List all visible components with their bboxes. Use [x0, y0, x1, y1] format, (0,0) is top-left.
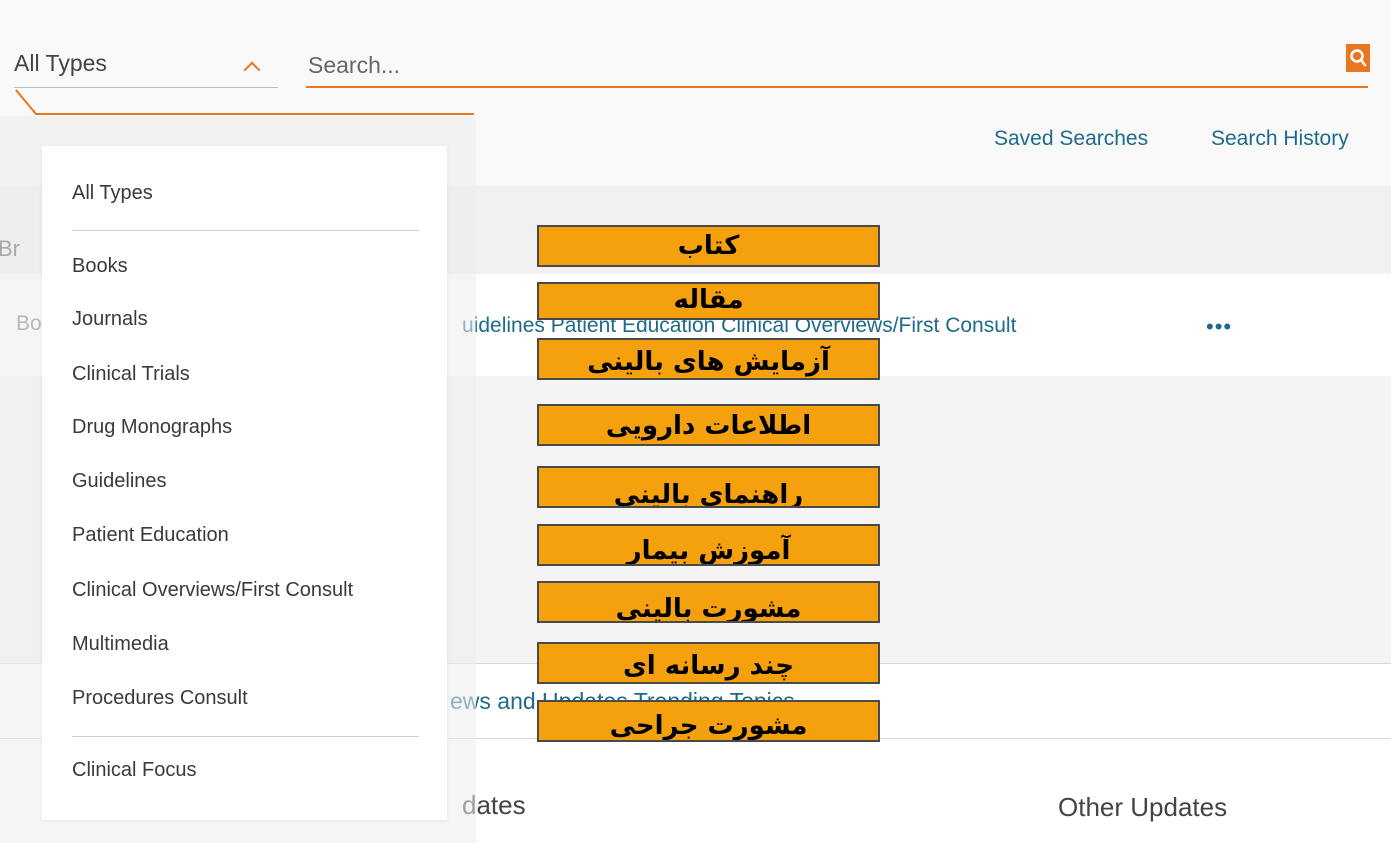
search-history-link[interactable]: Search History	[1211, 127, 1349, 151]
annotation-drug-monographs: اطلاعات دارویی	[537, 404, 880, 446]
annotation-procedures-consult: مشورت جراحی	[537, 700, 880, 742]
annotation-multimedia: چند رسانه ای	[537, 642, 880, 684]
dropdown-item-multimedia[interactable]: Multimedia	[72, 633, 169, 656]
dropdown-item-journals[interactable]: Journals	[72, 308, 148, 331]
dropdown-item-clinical-trials[interactable]: Clinical Trials	[72, 363, 190, 386]
saved-searches-link[interactable]: Saved Searches	[994, 127, 1148, 151]
dropdown-item-books[interactable]: Books	[72, 255, 128, 278]
search-icon	[1350, 49, 1367, 67]
dropdown-item-clinical-focus[interactable]: Clinical Focus	[72, 759, 196, 782]
dropdown-divider	[72, 230, 419, 231]
type-select-value: All Types	[14, 50, 107, 76]
dropdown-item-patient-education[interactable]: Patient Education	[72, 524, 229, 547]
dropdown-item-procedures-consult[interactable]: Procedures Consult	[72, 687, 248, 710]
dropdown-pointer	[15, 89, 474, 115]
dropdown-divider	[72, 736, 419, 737]
annotation-journals: مقاله	[537, 282, 880, 320]
chevron-up-icon	[243, 61, 261, 79]
search-button[interactable]	[1346, 44, 1370, 72]
annotation-guidelines: راهنمای بالینی	[537, 466, 880, 508]
search-input[interactable]	[306, 44, 1368, 88]
dropdown-item-drug-monographs[interactable]: Drug Monographs	[72, 416, 232, 439]
other-updates-heading: Other Updates	[1058, 792, 1228, 822]
annotation-clinical-overviews: مشورت بالینی	[537, 581, 880, 623]
annotation-patient-education: آموزش بیمار	[537, 524, 880, 566]
annotation-books: کتاب	[537, 225, 880, 267]
dropdown-item-guidelines[interactable]: Guidelines	[72, 470, 167, 493]
dropdown-item-clinical-overviews[interactable]: Clinical Overviews/First Consult	[72, 579, 353, 602]
type-dropdown-menu: All Types Books Journals Clinical Trials…	[42, 146, 447, 820]
dropdown-item-all-types[interactable]: All Types	[72, 182, 153, 205]
type-select[interactable]: All Types	[14, 44, 278, 88]
annotation-clinical-trials: آزمایش های بالینی	[537, 338, 880, 380]
more-dots-icon[interactable]: •••	[1206, 314, 1232, 340]
